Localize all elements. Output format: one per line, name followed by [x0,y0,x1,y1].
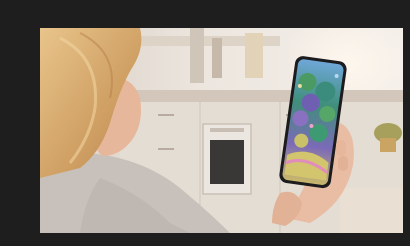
photo-illustration [40,28,403,233]
photo [40,28,403,233]
kitchen-counter [120,90,403,102]
image-viewer-frame [0,0,410,246]
